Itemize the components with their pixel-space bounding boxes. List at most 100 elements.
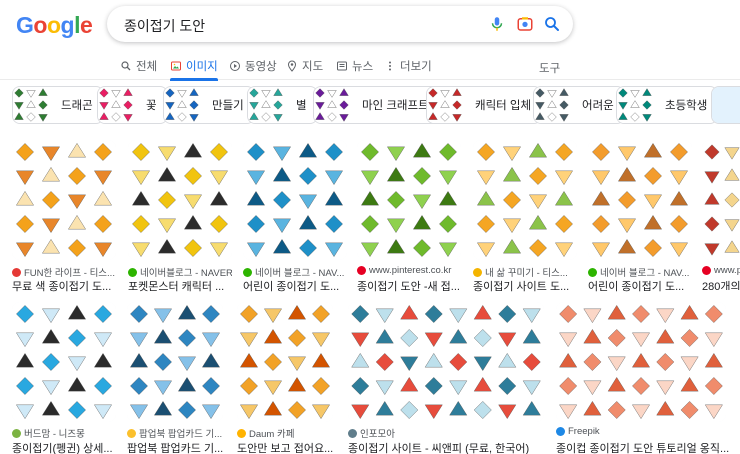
chip-label: 만들기	[212, 100, 244, 112]
source-label: 인포모아	[360, 429, 395, 440]
chip-dragon[interactable]: 드래곤	[12, 86, 104, 124]
tools-button[interactable]: 도구	[539, 60, 560, 76]
tab-label: 이미지	[186, 61, 218, 73]
origami-diagram-image	[248, 87, 284, 123]
chip-thumbnail	[617, 87, 653, 123]
site-favicon	[12, 267, 21, 277]
origami-diagram-image	[98, 87, 134, 123]
result-title[interactable]: 종이컵 종이접기 도안 튜토리얼 옹직...	[556, 440, 734, 454]
source-label: FUN한 라이프 - 티스...	[24, 268, 115, 279]
chip-thumbnail	[534, 87, 570, 123]
chip-label: 꽃	[146, 100, 157, 112]
result-thumbnail[interactable]	[243, 140, 347, 260]
result-source[interactable]: 네이버블로그 - NAVER	[128, 265, 232, 279]
search-input[interactable]: 종이접기 도안	[124, 16, 205, 36]
result-source[interactable]: 내 삶 꾸미기 - 티스...	[473, 265, 577, 279]
result-title[interactable]: 종이접기 사이트 - 씨앤피 (무료, 한국어)	[348, 440, 544, 454]
result-thumbnail[interactable]	[348, 302, 544, 422]
result-title[interactable]: 종이접기 도안 -새 접...	[357, 278, 461, 294]
chip-flower[interactable]: 꽃	[97, 86, 168, 124]
origami-diagram-image	[702, 140, 740, 260]
result-source[interactable]: 네이버 블로그 - NAV...	[243, 265, 347, 279]
google-logo[interactable]: Google	[16, 12, 93, 39]
source-label: 팝업북 팝업카드 기...	[139, 429, 223, 440]
result-source[interactable]: 인포모아	[348, 426, 544, 440]
microphone-icon[interactable]	[488, 15, 506, 33]
origami-diagram-image	[617, 87, 653, 123]
result-title[interactable]: 무료 색 종이접기 도...	[12, 278, 116, 294]
site-favicon	[702, 266, 711, 275]
tab-images[interactable]: 이미지	[170, 56, 218, 81]
tab-maps[interactable]: 지도	[286, 56, 323, 76]
result-source[interactable]: 네이버 블로그 - NAV...	[588, 265, 692, 279]
chip-elementary[interactable]: 초등학생	[616, 86, 719, 124]
tab-label: 동영상	[245, 61, 277, 73]
chip-thumbnail	[314, 87, 350, 123]
site-favicon	[588, 267, 597, 277]
chip-minecraft[interactable]: 마인 크래프트	[313, 86, 440, 124]
result-thumbnail[interactable]	[127, 302, 223, 422]
result-title[interactable]: 종이접기 사이트 도...	[473, 278, 577, 294]
tab-label: 더보기	[400, 61, 432, 73]
related-chips: 드래곤 꽃 만들기 별 마인 크래프트 캐릭터 입체 어려운 초등학생	[0, 86, 740, 126]
origami-diagram-image	[427, 87, 463, 123]
tab-videos[interactable]: 동영상	[229, 56, 277, 76]
site-favicon	[127, 428, 136, 438]
site-favicon	[243, 267, 252, 277]
result-title[interactable]: 도안만 보고 접어요...	[237, 440, 337, 454]
result-thumbnail[interactable]	[237, 302, 333, 422]
result-title[interactable]: 어린이 종이접기 도...	[588, 278, 692, 294]
result-thumbnail[interactable]	[588, 140, 692, 260]
source-label: 내 삶 꾸미기 - 티스...	[485, 268, 568, 279]
origami-diagram-image	[12, 302, 116, 422]
site-favicon	[12, 428, 21, 438]
result-source[interactable]: 버드맘 - 니즈몽	[12, 426, 122, 440]
source-label: 네이버 블로그 - NAV...	[255, 268, 345, 279]
result-thumbnail[interactable]	[357, 140, 461, 260]
result-thumbnail[interactable]	[12, 140, 116, 260]
tab-news[interactable]: 뉴스	[336, 56, 373, 76]
result-title[interactable]: 팝업북 팝업카드 기...	[127, 440, 227, 454]
chip-thumbnail	[98, 87, 134, 123]
source-label: www.pinterest.co.kr	[369, 265, 452, 276]
source-label: Freepik	[568, 426, 600, 437]
tab-more[interactable]: 더보기	[384, 56, 432, 76]
source-label: 네이버 블로그 - NAV...	[600, 268, 690, 279]
origami-diagram-image	[588, 140, 692, 260]
result-source[interactable]: Freepik	[556, 426, 734, 437]
result-thumbnail[interactable]	[702, 140, 740, 260]
result-thumbnail[interactable]	[12, 302, 116, 422]
search-icon	[121, 61, 131, 71]
origami-diagram-image	[13, 87, 49, 123]
tab-all[interactable]: 전체	[120, 56, 157, 76]
result-title[interactable]: 280개의	[702, 278, 740, 290]
result-thumbnail[interactable]	[556, 302, 726, 422]
result-thumbnail[interactable]	[473, 140, 577, 260]
result-title[interactable]: 종이접기(펭귄) 상세...	[12, 440, 122, 454]
play-icon	[230, 61, 240, 71]
chip-star[interactable]: 별	[247, 86, 318, 124]
site-favicon	[473, 267, 482, 277]
result-source[interactable]: www.pinterest.co.kr	[357, 265, 461, 276]
image-result[interactable]: www.pi 280개의	[702, 140, 740, 290]
chip-character-3d[interactable]: 캐릭터 입체	[426, 86, 543, 124]
result-title[interactable]: 포켓몬스터 캐릭터 ...	[128, 278, 232, 294]
source-label: Daum 카페	[249, 429, 295, 440]
chip-more-partial[interactable]	[711, 86, 740, 124]
result-thumbnail[interactable]	[128, 140, 232, 260]
result-source[interactable]: FUN한 라이프 - 티스...	[12, 265, 116, 279]
search-tabs: 전체 이미지 동영상 지도 뉴스 더보기 도구	[0, 52, 740, 81]
result-source[interactable]: 팝업북 팝업카드 기...	[127, 426, 227, 440]
result-source[interactable]: www.pi	[702, 265, 740, 276]
chip-thumbnail	[712, 87, 740, 123]
origami-diagram-image	[243, 140, 347, 260]
result-source[interactable]: Daum 카페	[237, 426, 337, 440]
chip-difficult[interactable]: 어려운	[533, 86, 625, 124]
result-title[interactable]: 어린이 종이접기 도...	[243, 278, 347, 294]
chip-thumbnail	[248, 87, 284, 123]
origami-diagram-image	[534, 87, 570, 123]
camera-lens-icon[interactable]	[516, 15, 534, 33]
chip-making[interactable]: 만들기	[163, 86, 255, 124]
search-icon[interactable]	[543, 15, 561, 33]
search-box[interactable]: 종이접기 도안	[107, 6, 573, 42]
